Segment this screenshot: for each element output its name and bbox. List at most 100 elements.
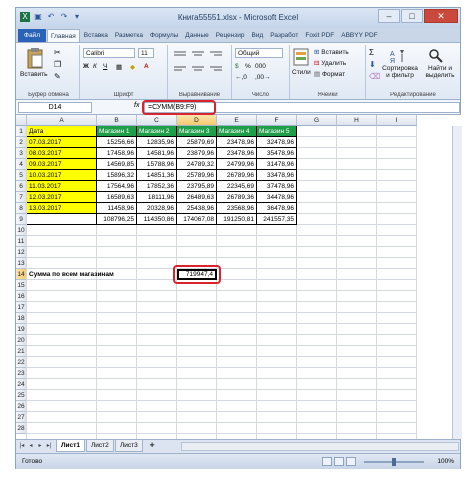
zoom-level[interactable]: 100% bbox=[437, 458, 454, 465]
insert-sheet-icon[interactable]: ✚ bbox=[146, 442, 158, 451]
increase-decimal-icon[interactable]: ←,0 bbox=[235, 74, 247, 81]
cut-icon[interactable]: ✂ bbox=[54, 48, 61, 57]
data-cell[interactable]: 11458,96 bbox=[97, 203, 137, 214]
data-cell[interactable]: 14581,96 bbox=[137, 148, 177, 159]
select-all-corner[interactable] bbox=[16, 115, 27, 126]
total-cell[interactable]: 114350,86 bbox=[137, 214, 177, 225]
find-select-label[interactable]: Найти и выделить bbox=[422, 65, 458, 79]
data-cell[interactable]: 35478,96 bbox=[257, 148, 297, 159]
column-header-d[interactable]: D bbox=[177, 115, 217, 126]
data-cell[interactable]: 22345,69 bbox=[217, 181, 257, 192]
font-name-select[interactable]: Calibri bbox=[83, 48, 135, 58]
close-button[interactable]: ✕ bbox=[424, 9, 458, 23]
data-cell[interactable]: 23568,96 bbox=[217, 203, 257, 214]
date-cell[interactable]: 10.03.2017 bbox=[27, 170, 97, 181]
minimize-button[interactable]: – bbox=[378, 9, 400, 23]
data-cell[interactable]: 15896,32 bbox=[97, 170, 137, 181]
data-cell[interactable]: 23879,96 bbox=[177, 148, 217, 159]
data-cell[interactable]: 18111,96 bbox=[137, 192, 177, 203]
data-cell[interactable]: 31478,96 bbox=[257, 159, 297, 170]
paste-icon[interactable] bbox=[26, 47, 44, 69]
name-box[interactable]: D14 bbox=[18, 102, 92, 113]
thousands-icon[interactable]: 000 bbox=[255, 63, 266, 70]
first-sheet-icon[interactable]: |◂ bbox=[18, 442, 26, 451]
sort-filter-icon[interactable]: AЯ bbox=[390, 48, 406, 64]
tab-review[interactable]: Рецензир bbox=[213, 29, 248, 42]
column-header-h[interactable]: H bbox=[337, 115, 377, 126]
currency-icon[interactable]: $ bbox=[235, 63, 239, 70]
data-cell[interactable]: 34478,96 bbox=[257, 192, 297, 203]
percent-icon[interactable]: % bbox=[245, 63, 251, 70]
data-cell[interactable]: 32478,96 bbox=[257, 137, 297, 148]
clear-icon[interactable]: ⌫ bbox=[369, 72, 380, 81]
zoom-slider[interactable] bbox=[364, 458, 424, 466]
decrease-decimal-icon[interactable]: ,00→ bbox=[255, 74, 271, 81]
tab-formulas[interactable]: Формулы bbox=[147, 29, 181, 42]
bold-icon[interactable]: Ж bbox=[83, 63, 89, 70]
vertical-scrollbar[interactable] bbox=[452, 126, 462, 439]
number-format-select[interactable]: Общий bbox=[235, 48, 283, 58]
tab-home[interactable]: Главная bbox=[46, 29, 80, 42]
fill-color-icon[interactable]: ◆ bbox=[130, 63, 135, 71]
data-cell[interactable]: 36478,96 bbox=[257, 203, 297, 214]
tab-abbyy-pdf[interactable]: ABBYY PDF bbox=[338, 29, 380, 42]
data-cell[interactable]: 24789,32 bbox=[177, 159, 217, 170]
fx-icon[interactable]: fx bbox=[134, 102, 139, 109]
sheet-tab-2[interactable]: Лист2 bbox=[86, 440, 114, 452]
data-cell[interactable]: 16589,63 bbox=[97, 192, 137, 203]
data-cell[interactable]: 25879,69 bbox=[177, 137, 217, 148]
date-cell[interactable]: 09.03.2017 bbox=[27, 159, 97, 170]
tab-developer[interactable]: Разработ bbox=[267, 29, 301, 42]
column-header-i[interactable]: I bbox=[377, 115, 417, 126]
data-cell[interactable]: 33478,96 bbox=[257, 170, 297, 181]
column-header-a[interactable]: A bbox=[27, 115, 97, 126]
data-cell[interactable]: 17852,36 bbox=[137, 181, 177, 192]
data-cell[interactable]: 14851,36 bbox=[137, 170, 177, 181]
prev-sheet-icon[interactable]: ◂ bbox=[27, 442, 35, 451]
underline-icon[interactable]: Ч bbox=[103, 63, 107, 70]
borders-icon[interactable]: ▦ bbox=[116, 63, 122, 71]
header-cell-store-5[interactable]: Магазин 5 bbox=[257, 126, 297, 137]
data-cell[interactable]: 24799,96 bbox=[217, 159, 257, 170]
header-cell-store-4[interactable]: Магазин 4 bbox=[217, 126, 257, 137]
insert-cells-button[interactable]: ⊞ Вставить bbox=[314, 48, 349, 56]
next-sheet-icon[interactable]: ▸ bbox=[36, 442, 44, 451]
date-cell[interactable]: 08.03.2017 bbox=[27, 148, 97, 159]
date-cell[interactable]: 11.03.2017 bbox=[27, 181, 97, 192]
data-cell[interactable]: 25438,96 bbox=[177, 203, 217, 214]
column-header-e[interactable]: E bbox=[217, 115, 257, 126]
date-cell[interactable]: 13.03.2017 bbox=[27, 203, 97, 214]
total-cell-empty[interactable] bbox=[27, 214, 97, 225]
data-cell[interactable]: 15256,66 bbox=[97, 137, 137, 148]
paste-button-label[interactable]: Вставить bbox=[20, 71, 48, 78]
tab-view[interactable]: Вид bbox=[249, 29, 267, 42]
find-select-icon[interactable] bbox=[428, 48, 444, 64]
data-cell[interactable]: 25789,96 bbox=[177, 170, 217, 181]
sheet-tab-1[interactable]: Лист1 bbox=[56, 440, 85, 452]
tab-data[interactable]: Данные bbox=[182, 29, 211, 42]
font-size-select[interactable]: 11 bbox=[138, 48, 154, 58]
italic-icon[interactable]: К bbox=[93, 63, 97, 70]
fill-icon[interactable]: ⬇ bbox=[369, 60, 376, 69]
tab-insert[interactable]: Вставка bbox=[81, 29, 111, 42]
data-cell[interactable]: 23478,96 bbox=[217, 137, 257, 148]
data-cell[interactable]: 20328,96 bbox=[137, 203, 177, 214]
styles-label[interactable]: Стили bbox=[292, 69, 311, 76]
column-header-b[interactable]: B bbox=[97, 115, 137, 126]
data-cell[interactable]: 12835,96 bbox=[137, 137, 177, 148]
font-color-icon[interactable]: A bbox=[144, 63, 149, 70]
total-cell[interactable]: 108796,25 bbox=[97, 214, 137, 225]
normal-view-icon[interactable] bbox=[322, 457, 332, 466]
header-cell-store-3[interactable]: Магазин 3 bbox=[177, 126, 217, 137]
data-cell[interactable]: 14569,85 bbox=[97, 159, 137, 170]
format-cells-button[interactable]: ▤ Формат bbox=[314, 70, 345, 78]
sheet-tab-3[interactable]: Лист3 bbox=[115, 440, 143, 452]
autosum-icon[interactable]: Σ bbox=[369, 48, 374, 57]
tab-page-layout[interactable]: Разметка bbox=[112, 29, 146, 42]
data-cell[interactable]: 37478,96 bbox=[257, 181, 297, 192]
horizontal-scrollbar[interactable] bbox=[181, 442, 459, 451]
page-break-view-icon[interactable] bbox=[346, 457, 356, 466]
data-cell[interactable]: 23795,89 bbox=[177, 181, 217, 192]
date-cell[interactable]: 07.03.2017 bbox=[27, 137, 97, 148]
header-cell-store-2[interactable]: Магазин 2 bbox=[137, 126, 177, 137]
